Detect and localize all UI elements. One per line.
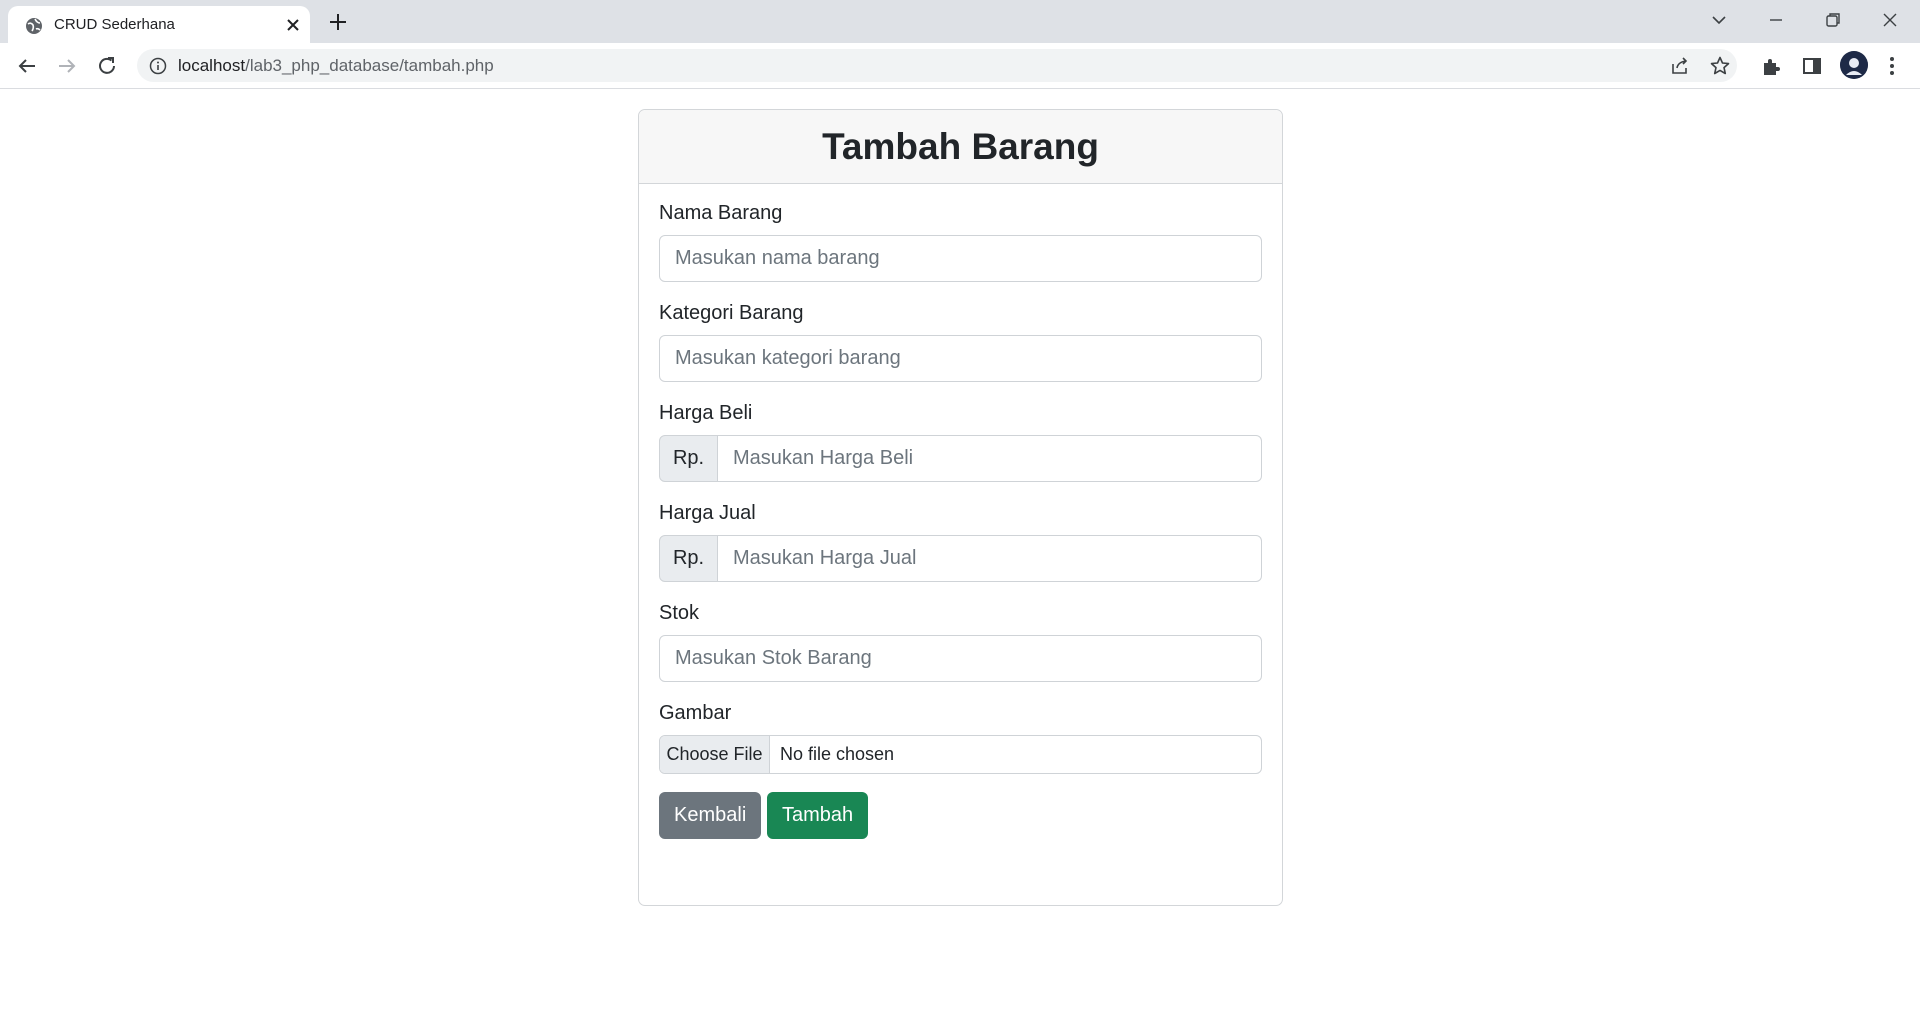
- browser-toolbar: localhost/lab3_php_database/tambah.php: [0, 43, 1920, 89]
- harga-jual-label: Harga Jual: [659, 502, 756, 524]
- harga-beli-input[interactable]: [718, 435, 1262, 482]
- nama-barang-label: Nama Barang: [659, 202, 783, 224]
- choose-file-button[interactable]: Choose File: [660, 736, 770, 773]
- harga-jual-input[interactable]: [718, 535, 1262, 582]
- stok-input[interactable]: [659, 635, 1262, 682]
- file-status: No file chosen: [780, 744, 895, 764]
- url-path: /lab3_php_database/tambah.php: [245, 56, 494, 75]
- browser-tabstrip: CRUD Sederhana: [0, 0, 1920, 43]
- reload-icon[interactable]: [94, 53, 120, 79]
- share-icon[interactable]: [1669, 55, 1691, 77]
- puzzle-icon[interactable]: [1760, 54, 1784, 78]
- kategori-barang-input[interactable]: [659, 335, 1262, 382]
- plus-icon[interactable]: [327, 11, 349, 33]
- add-item-card: Tambah Barang Nama Barang Kategori Baran…: [638, 109, 1283, 906]
- kategori-barang-label: Kategori Barang: [659, 302, 804, 324]
- form-actions: Kembali Tambah: [659, 792, 1262, 839]
- harga-jual-input-group: Rp.: [659, 535, 1262, 582]
- gambar-group: Gambar Choose File No file chosen: [659, 700, 1262, 774]
- forward-arrow-icon[interactable]: [54, 53, 80, 79]
- tab-title: CRUD Sederhana: [54, 16, 175, 33]
- add-item-form: Nama Barang Kategori Barang Harga Beli R…: [639, 184, 1282, 839]
- side-panel-icon[interactable]: [1800, 54, 1824, 78]
- harga-beli-label: Harga Beli: [659, 402, 753, 424]
- star-icon[interactable]: [1709, 55, 1731, 77]
- stok-group: Stok: [659, 600, 1262, 682]
- address-bar[interactable]: localhost/lab3_php_database/tambah.php: [137, 49, 1737, 82]
- harga-jual-prefix: Rp.: [659, 535, 718, 582]
- url-host: localhost: [178, 56, 246, 75]
- avatar[interactable]: [1840, 51, 1868, 79]
- chevron-down-icon[interactable]: [1707, 8, 1731, 32]
- globe-icon: [26, 18, 42, 34]
- stok-label: Stok: [659, 602, 700, 624]
- nama-barang-input[interactable]: [659, 235, 1262, 282]
- url-text[interactable]: localhost/lab3_php_database/tambah.php: [178, 56, 494, 76]
- harga-beli-input-group: Rp.: [659, 435, 1262, 482]
- harga-beli-group: Harga Beli Rp.: [659, 400, 1262, 482]
- page-title: Tambah Barang: [822, 126, 1099, 167]
- harga-jual-group: Harga Jual Rp.: [659, 500, 1262, 582]
- harga-beli-prefix: Rp.: [659, 435, 718, 482]
- info-icon[interactable]: [149, 57, 167, 75]
- nama-barang-group: Nama Barang: [659, 200, 1262, 282]
- card-header: Tambah Barang: [639, 110, 1282, 184]
- browser-tab[interactable]: CRUD Sederhana: [8, 6, 310, 43]
- window-close-icon[interactable]: [1878, 8, 1902, 32]
- restore-icon[interactable]: [1821, 8, 1845, 32]
- gambar-file-input[interactable]: Choose File No file chosen: [659, 735, 1262, 774]
- kategori-barang-group: Kategori Barang: [659, 300, 1262, 382]
- close-icon[interactable]: [284, 16, 302, 34]
- kebab-menu-icon[interactable]: [1880, 54, 1904, 78]
- submit-button[interactable]: Tambah: [767, 792, 868, 839]
- back-arrow-icon[interactable]: [14, 53, 40, 79]
- gambar-label: Gambar: [659, 702, 732, 724]
- minimize-icon[interactable]: [1764, 8, 1788, 32]
- back-button[interactable]: Kembali: [659, 792, 761, 839]
